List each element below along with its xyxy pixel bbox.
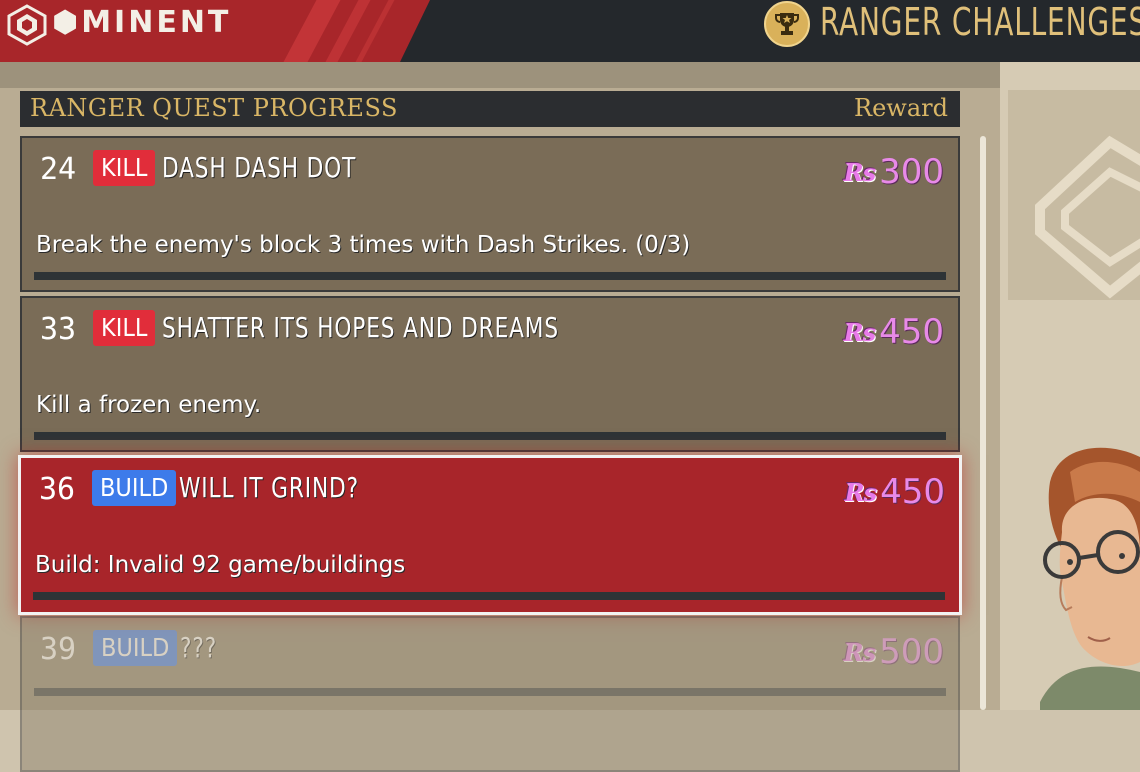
brand-panel: ⬢MINENT [0,0,430,62]
reward-column-label: Reward [854,94,948,122]
rs-currency-icon: Rs [843,157,876,187]
quest-progress-bar [33,592,945,600]
quest-card-locked[interactable]: 39 BUILD ??? Rs 500 [20,616,960,772]
quest-number: 24 [40,152,77,187]
quest-number: 33 [40,312,77,347]
quest-list-title: RANGER QUEST PROGRESS [30,94,398,122]
quest-reward: Rs 500 [844,632,944,672]
quest-name: DASH DASH DOT [162,151,357,184]
quest-reward: Rs 450 [845,472,945,512]
ranger-portrait-art [1008,90,1140,710]
quest-list-scrollbar[interactable] [980,136,986,710]
quest-reward: Rs 300 [844,152,944,192]
reward-amount: 500 [879,632,944,672]
quest-name: ??? [180,631,218,664]
quest-card[interactable]: 24 KILL DASH DASH DOT Rs 300 Break the e… [20,136,960,292]
board-top-strip [0,62,1000,88]
quest-type-badge: KILL [93,310,156,346]
quest-list-header: RANGER QUEST PROGRESS Reward [20,91,960,127]
reward-amount: 450 [880,472,945,512]
rs-currency-icon: Rs [843,637,876,667]
quest-name: WILL IT GRIND? [179,471,359,504]
quest-name: SHATTER ITS HOPES AND DREAMS [162,311,559,344]
quest-description: Break the enemy's block 3 times with Das… [36,232,691,258]
hexagon-logo-icon [7,4,47,46]
quest-number: 36 [39,472,76,507]
quest-description: Build: Invalid 92 game/buildings [35,552,406,578]
top-bar: ⬢MINENT RANGER CHALLENGES [0,0,1140,62]
reward-amount: 300 [879,152,944,192]
reward-amount: 450 [879,312,944,352]
quest-reward: Rs 450 [844,312,944,352]
quest-progress-bar [34,432,946,440]
quest-card-selected[interactable]: 36 BUILD WILL IT GRIND? Rs 450 Build: In… [18,455,962,615]
quest-card[interactable]: 33 KILL SHATTER ITS HOPES AND DREAMS Rs … [20,296,960,452]
quest-type-badge: KILL [93,150,156,186]
page-title: RANGER CHALLENGES [820,0,1140,44]
rs-currency-icon: Rs [843,317,876,347]
quest-number: 39 [40,632,77,667]
brand-label: MINENT [81,5,232,40]
brand-hex-glyph: ⬢ [52,5,82,40]
quest-progress-bar [34,272,946,280]
quest-progress-bar [34,688,946,696]
trophy-icon [764,1,810,47]
quest-type-badge: BUILD [93,630,178,666]
ranger-portrait-panel [1000,62,1140,710]
quest-description: Kill a frozen enemy. [36,392,262,418]
brand-name: ⬢MINENT [52,5,231,40]
rs-currency-icon: Rs [844,477,877,507]
quest-type-badge: BUILD [92,470,177,506]
